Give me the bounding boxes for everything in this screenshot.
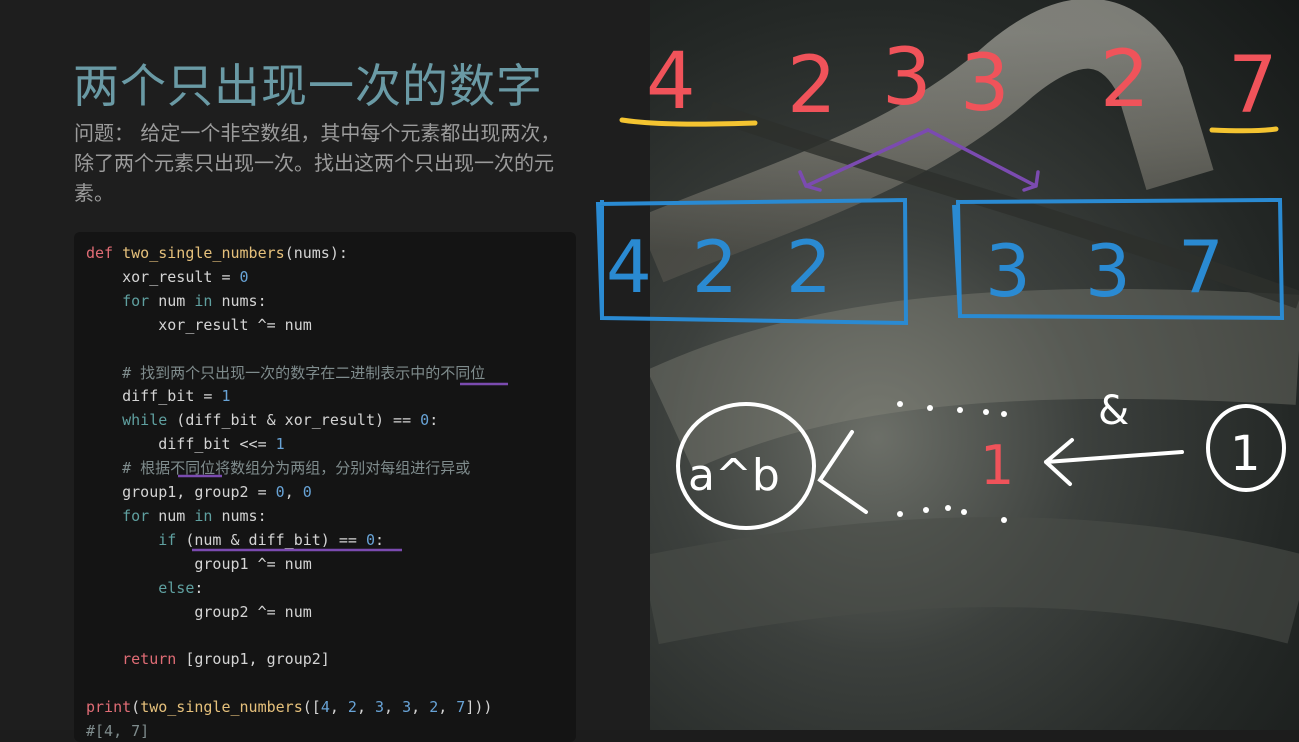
code-line: def two_single_numbers(nums): [86, 244, 348, 262]
code-line: xor_result = 0 [86, 267, 249, 286]
code-line: group2 ^= num [86, 602, 312, 621]
code-line: return [group1, group2] [122, 650, 330, 669]
code-line: while (diff_bit & xor_result) == 0: [122, 411, 439, 430]
code-line: group1 ^= num [86, 554, 312, 573]
code-line: xor_result ^= num [86, 315, 312, 334]
code-line: # 根据不同位将数组分为两组，分别对每组进行异或 [122, 459, 471, 478]
slide-panel: 两个只出现一次的数字 问题： 给定一个非空数组，其中每个元素都出现两次，除了两个… [0, 0, 650, 742]
code-line: group1, group2 = 0, 0 [86, 483, 312, 502]
code-line: # 找到两个只出现一次的数字在二进制表示中的不同位 [122, 363, 486, 382]
code-line: diff_bit = 1 [86, 387, 231, 406]
code-line: if (num & diff_bit) == 0: [158, 530, 385, 549]
code-line: #[4, 7] [86, 722, 150, 741]
slide-title: 两个只出现一次的数字 [73, 59, 543, 113]
code-block: def two_single_numbers(nums): xor_result… [74, 232, 576, 742]
code-line: for num in nums: [122, 291, 267, 310]
code-line: diff_bit <<= 1 [86, 435, 285, 454]
background-photo [650, 0, 1299, 730]
code-line: print(two_single_numbers([4, 2, 3, 3, 2,… [86, 698, 493, 717]
code-text: def two_single_numbers(nums): xor_result… [86, 242, 492, 742]
code-line: else: [158, 578, 204, 597]
pipe-photo-illustration [650, 0, 1299, 645]
code-line: for num in nums: [122, 506, 267, 525]
problem-statement: 问题： 给定一个非空数组，其中每个元素都出现两次，除了两个元素只出现一次。找出这… [74, 121, 561, 205]
